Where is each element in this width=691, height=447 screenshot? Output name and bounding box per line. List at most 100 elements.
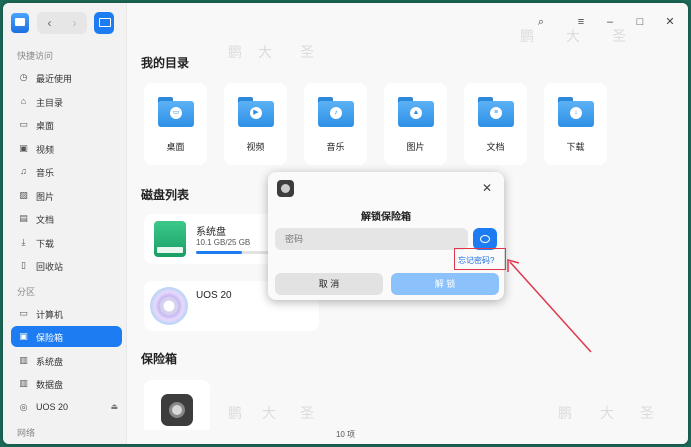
sidebar-item-system-disk[interactable]: ▥ 系统盘 — [11, 350, 122, 371]
search-icon[interactable]: ⌕ — [533, 14, 549, 30]
folder-desktop[interactable]: ▭ 桌面 — [144, 83, 207, 165]
forward-button[interactable]: › — [62, 12, 87, 34]
sidebar-item-label: 图片 — [36, 192, 55, 202]
video-icon: ▣ — [19, 143, 28, 153]
watermark-char: 圣 — [640, 406, 654, 422]
watermark-char: 鹏 — [228, 406, 242, 422]
download-icon: ⤓ — [21, 237, 26, 247]
optical-disc-icon — [150, 287, 188, 325]
password-input[interactable] — [275, 228, 468, 250]
watermark-char: 鹏 — [520, 29, 534, 45]
vault-heading: 保险箱 — [141, 352, 178, 366]
sidebar-item-label: 回收站 — [36, 262, 64, 272]
navigation-buttons: ‹ › — [37, 12, 87, 34]
sidebar-item-label: 视频 — [36, 145, 55, 155]
home-icon: ⌂ — [20, 96, 27, 106]
desktop-folder-icon: ▭ — [158, 97, 194, 127]
my-directory-heading: 我的目录 — [141, 56, 190, 70]
folder-music[interactable]: ♪ 音乐 — [304, 83, 367, 165]
document-folder-icon: ≡ — [478, 97, 514, 127]
watermark-char: 大 — [566, 29, 580, 45]
sidebar-item-label: 系统盘 — [36, 357, 64, 367]
sidebar-item-label: 最近使用 — [36, 74, 73, 84]
disk-list-heading: 磁盘列表 — [141, 188, 190, 202]
music-icon: ♫ — [20, 166, 27, 176]
sidebar-item-label: 下载 — [36, 239, 55, 249]
sidebar-item-pictures[interactable]: ▨ 图片 — [11, 185, 122, 206]
sidebar-item-music[interactable]: ♫ 音乐 — [11, 161, 122, 182]
disk-icon: ▥ — [19, 355, 28, 365]
sidebar-item-uos20[interactable]: ◎ UOS 20 ⏏ — [11, 397, 122, 418]
sidebar-item-label: 计算机 — [36, 310, 64, 320]
vault-safe-icon — [161, 394, 193, 426]
sidebar-item-label: 数据盘 — [36, 380, 64, 390]
watermark-char: 大 — [258, 45, 272, 61]
trash-icon: ▯ — [21, 260, 26, 270]
image-folder-icon: ▲ — [398, 97, 434, 127]
computer-view-button[interactable] — [94, 12, 114, 34]
watermark-char: 圣 — [300, 406, 314, 422]
unlock-button[interactable]: 解 锁 — [391, 273, 499, 295]
sidebar-item-home[interactable]: ⌂ 主目录 — [11, 91, 122, 112]
sidebar-item-label: 桌面 — [36, 121, 55, 131]
annotation-highlight-box — [454, 248, 506, 270]
folder-label: 下载 — [566, 142, 585, 152]
disk-usage-fill — [196, 251, 242, 254]
document-icon: ▤ — [19, 213, 28, 223]
folder-label: 音乐 — [326, 142, 345, 152]
sidebar-item-label: 文档 — [36, 215, 55, 225]
sidebar-item-data-disk[interactable]: ▥ 数据盘 — [11, 373, 122, 394]
sidebar-item-label: UOS 20 — [36, 402, 69, 412]
sidebar-section-quick-access: 快捷访问 — [17, 51, 54, 61]
folder-pictures[interactable]: ▲ 图片 — [384, 83, 447, 165]
sidebar-item-desktop[interactable]: ▭ 桌面 — [11, 114, 122, 135]
clock-icon: ◷ — [19, 72, 28, 82]
disk-size: 10.1 GB/25 GB — [196, 238, 251, 247]
cancel-button[interactable]: 取 消 — [275, 273, 383, 295]
sidebar-item-label: 主目录 — [36, 98, 64, 108]
folder-label: 视频 — [246, 142, 265, 152]
folder-label: 图片 — [406, 142, 425, 152]
sidebar-item-documents[interactable]: ▤ 文档 — [11, 208, 122, 229]
folder-downloads[interactable]: ↓ 下载 — [544, 83, 607, 165]
sidebar-item-trash[interactable]: ▯ 回收站 — [11, 255, 122, 276]
eject-icon[interactable]: ⏏ — [110, 402, 118, 411]
vault-icon: ▣ — [19, 331, 28, 341]
folder-label: 桌面 — [166, 142, 185, 152]
sidebar-item-computer[interactable]: ▭ 计算机 — [11, 303, 122, 324]
sidebar-item-label: 音乐 — [36, 168, 55, 178]
sidebar-item-videos[interactable]: ▣ 视频 — [11, 138, 122, 159]
show-password-eye-icon[interactable] — [473, 228, 497, 250]
sidebar: ‹ › 快捷访问 ◷ 最近使用 ⌂ 主目录 ▭ 桌面 ▣ 视频 ♫ 音乐 ▨ 图 — [3, 3, 127, 444]
folder-label: 文档 — [486, 142, 505, 152]
disk-name: 系统盘 — [196, 227, 226, 238]
computer-icon: ▭ — [19, 308, 28, 318]
desktop-icon: ▭ — [19, 119, 28, 129]
close-window-icon[interactable]: ✕ — [662, 14, 678, 30]
sidebar-item-recent[interactable]: ◷ 最近使用 — [11, 67, 122, 88]
sidebar-titlebar: ‹ › — [3, 3, 126, 41]
watermark-char: 圣 — [612, 29, 626, 45]
sidebar-section-partitions: 分区 — [17, 287, 36, 297]
file-manager-logo-icon — [11, 13, 29, 33]
sidebar-item-vault[interactable]: ▣ 保险箱 — [11, 326, 122, 347]
download-folder-icon: ↓ — [558, 97, 594, 127]
close-icon[interactable]: ✕ — [479, 180, 495, 196]
sidebar-item-downloads[interactable]: ⤓ 下载 — [11, 232, 122, 253]
image-icon: ▨ — [19, 190, 28, 200]
back-button[interactable]: ‹ — [37, 12, 62, 34]
dialog-title: 解锁保险箱 — [361, 212, 411, 223]
vault-card[interactable] — [144, 380, 210, 430]
disk-name: UOS 20 — [196, 290, 232, 301]
disc-icon: ◎ — [19, 402, 28, 412]
folder-videos[interactable]: ▶ 视频 — [224, 83, 287, 165]
maximize-icon[interactable]: □ — [632, 14, 648, 30]
watermark-char: 大 — [600, 406, 614, 422]
sidebar-item-label: 保险箱 — [36, 333, 64, 343]
disk-icon: ▥ — [19, 378, 28, 388]
video-folder-icon: ▶ — [238, 97, 274, 127]
folder-documents[interactable]: ≡ 文档 — [464, 83, 527, 165]
watermark-char: 圣 — [300, 45, 314, 61]
watermark-char: 鹏 — [228, 45, 242, 61]
watermark-char: 鹏 — [558, 406, 572, 422]
